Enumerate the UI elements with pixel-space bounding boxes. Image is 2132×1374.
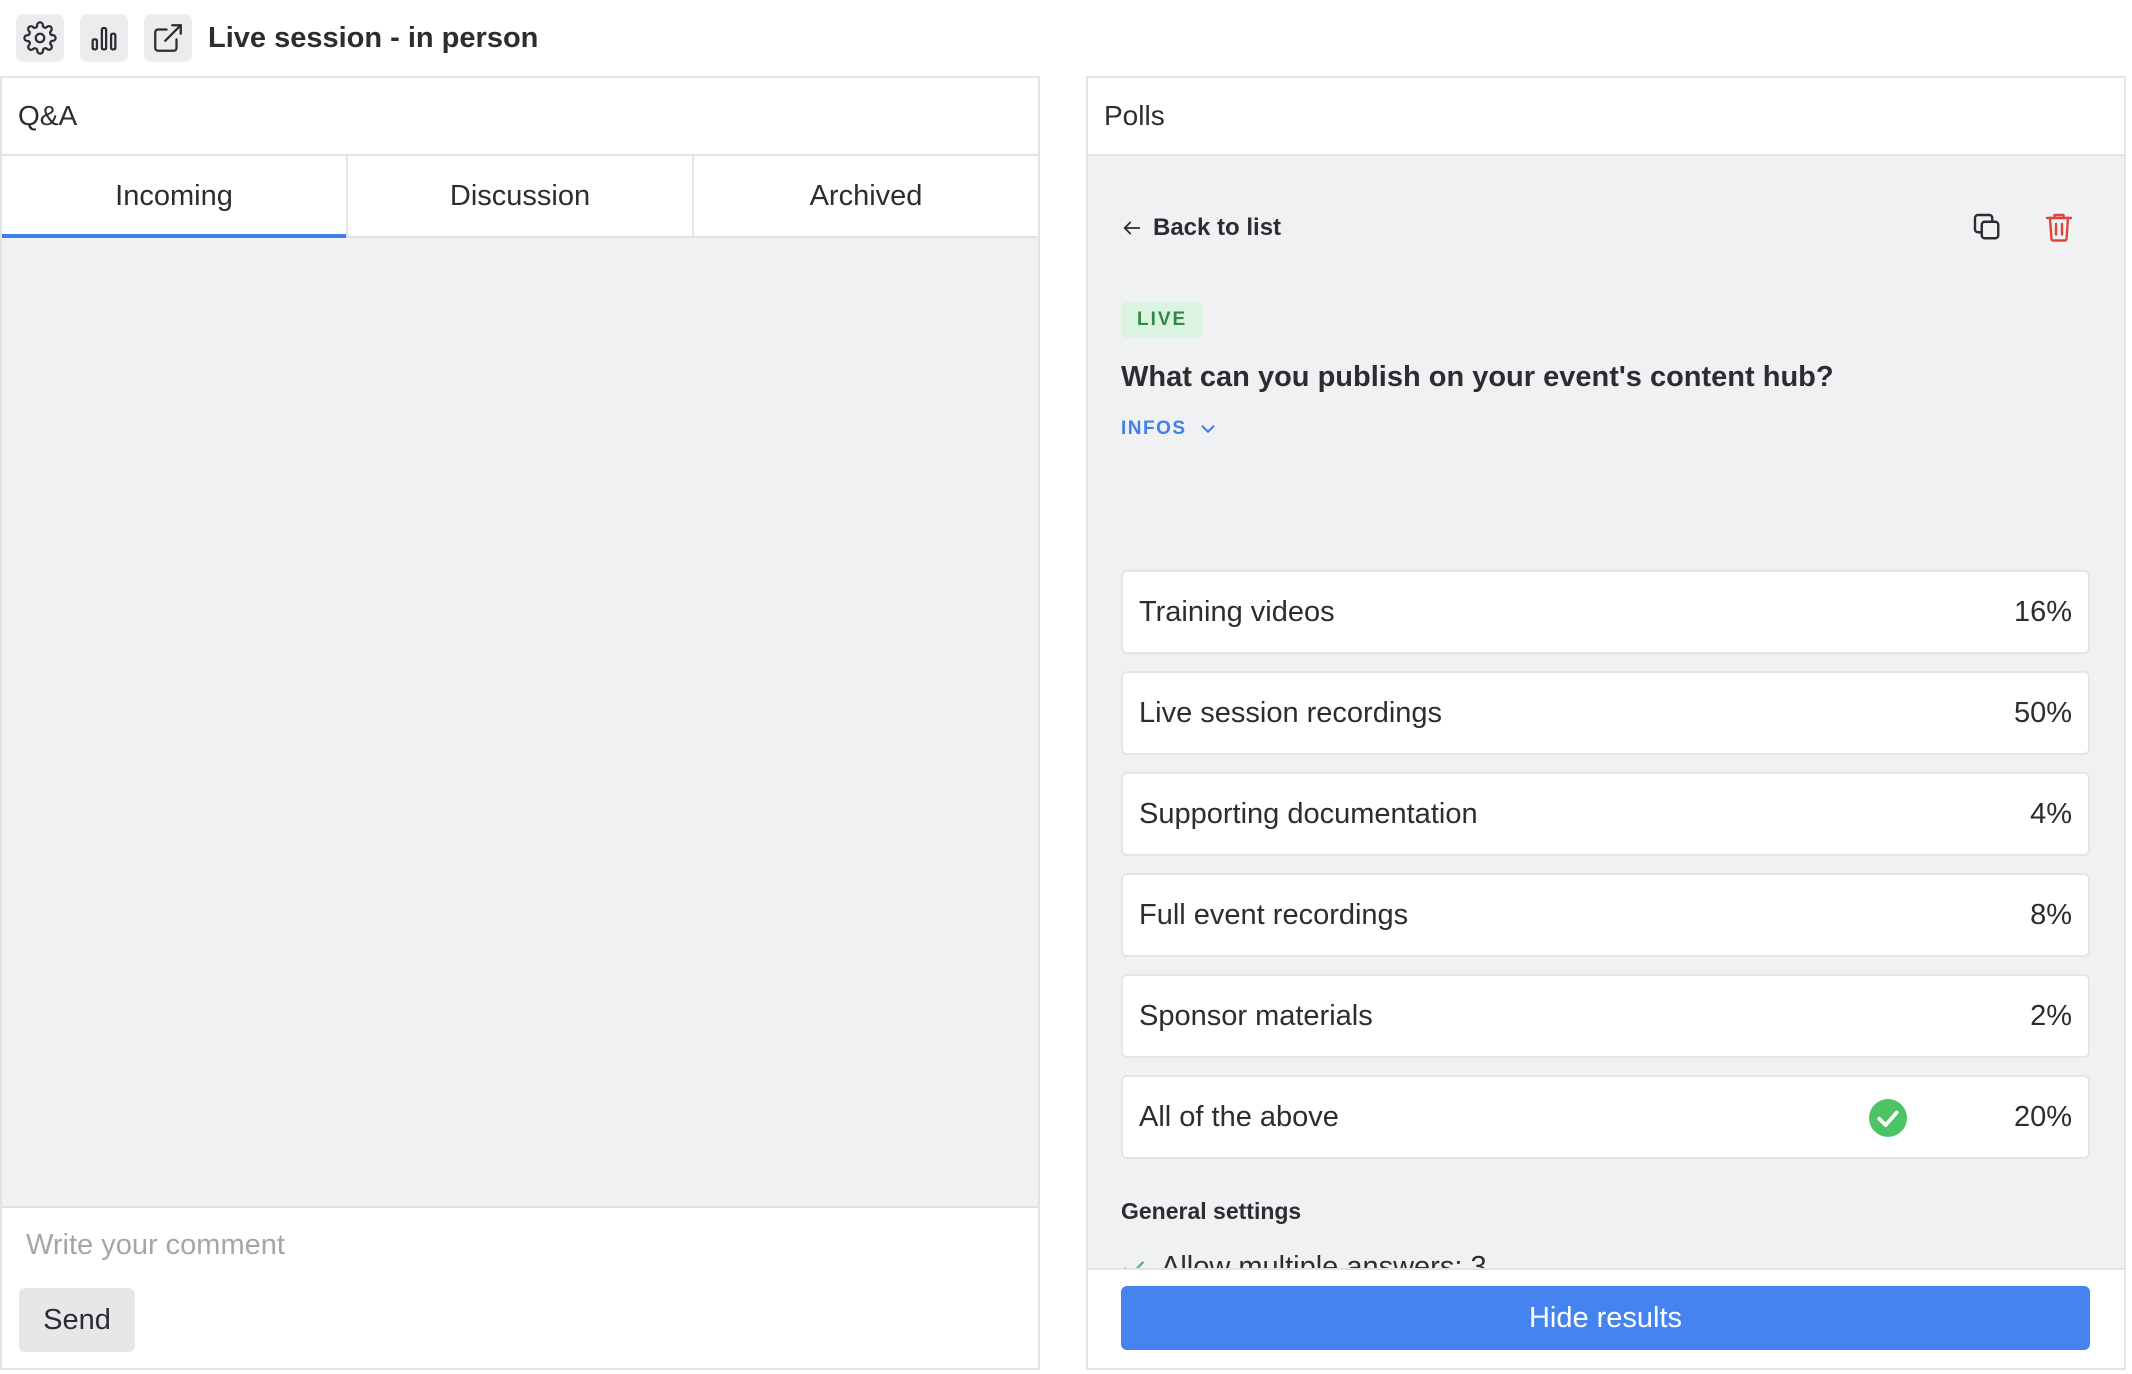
arrow-left-icon [1123,221,1141,235]
delete-poll-button[interactable] [2039,207,2079,247]
open-external-button[interactable] [144,14,192,62]
poll-option-percent: 50% [2013,696,2072,729]
polls-header: Polls [1088,78,2124,156]
page-title: Live session - in person [208,21,539,54]
qa-panel: Q&A Incoming Discussion Archived Send [0,76,1040,1370]
send-button[interactable]: Send [19,1288,135,1352]
back-to-list-label: Back to list [1153,214,1282,241]
copy-icon [1973,213,2000,240]
infos-toggle[interactable]: INFOS [1121,418,1219,440]
bar-chart-icon [91,26,117,51]
general-settings-title: General settings [1121,1198,1302,1224]
poll-option-label: Training videos [1139,595,1335,628]
poll-detail: Back to list LIVE What can you publish o… [1088,156,2124,1283]
poll-option-label: Sponsor materials [1139,999,1373,1032]
trash-icon [2045,213,2073,242]
chevron-down-icon [1201,425,1215,433]
poll-question: What can you publish on your event's con… [1121,361,1834,393]
poll-option-percent: 4% [2030,797,2072,830]
hide-results-button[interactable]: Hide results [1121,1286,2090,1350]
tab-archived[interactable]: Archived [694,156,1038,236]
poll-option: Full event recordings 8% [1121,873,2090,957]
back-to-list-link[interactable]: Back to list [1121,214,1281,242]
poll-option-percent: 20% [2013,1100,2072,1133]
qa-tabs: Incoming Discussion Archived [2,156,1038,238]
stats-button[interactable] [80,14,128,62]
tab-discussion[interactable]: Discussion [348,156,694,236]
poll-option-label: Full event recordings [1139,898,1409,931]
external-link-icon [154,24,182,52]
poll-option-label: Supporting documentation [1139,797,1478,830]
poll-option-percent: 16% [2013,595,2072,628]
qa-comment-area: Send [2,1206,1038,1368]
duplicate-poll-button[interactable] [1967,207,2007,247]
polls-footer: Hide results [1088,1268,2124,1368]
poll-option: Supporting documentation 4% [1121,772,2090,856]
poll-option-percent: 8% [2030,898,2072,931]
gear-icon [23,21,57,55]
settings-button[interactable] [16,14,64,62]
poll-option: Sponsor materials 2% [1121,974,2090,1058]
poll-option-label: Live session recordings [1139,696,1443,729]
comment-input[interactable] [26,1220,1006,1270]
polls-panel: Polls Back to list LIVE What can you pub… [1086,76,2126,1370]
infos-label: INFOS [1121,418,1187,439]
poll-option: Live session recordings 50% [1121,671,2090,755]
qa-header: Q&A [2,78,1038,156]
poll-option: Training videos 16% [1121,570,2090,654]
live-status-badge: LIVE [1121,302,1204,338]
tab-incoming[interactable]: Incoming [2,156,348,238]
poll-option-correct: All of the above 20% [1121,1075,2090,1159]
check-circle-icon [1869,1099,1907,1137]
poll-option-percent: 2% [2030,999,2072,1032]
top-toolbar: Live session - in person [0,0,2132,76]
